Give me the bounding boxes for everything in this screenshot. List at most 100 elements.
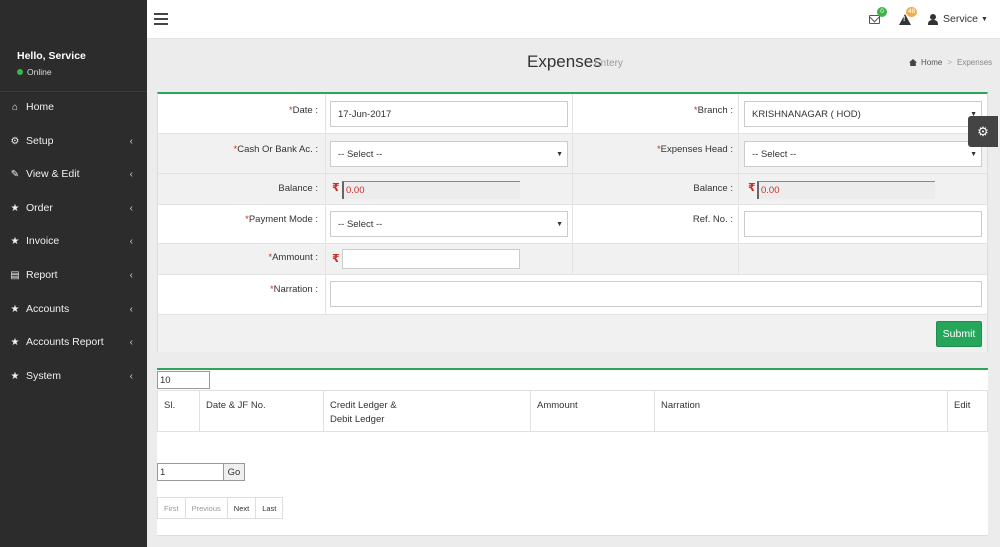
- chevron-left-icon: ‹: [129, 235, 133, 247]
- form-row: *Ammount : ₹: [158, 244, 987, 275]
- chevron-left-icon: ‹: [129, 370, 133, 382]
- column-edit: Edit: [954, 400, 971, 411]
- pager-first[interactable]: First: [158, 498, 186, 518]
- pager-last[interactable]: Last: [256, 498, 282, 518]
- form-row: *Narration :: [158, 275, 987, 315]
- expense-form: *Date : 17-Jun-2017 *Branch : KRISHNANAG…: [157, 92, 988, 352]
- user-icon: [928, 13, 938, 25]
- cash-bank-label: *Cash Or Bank Ac. :: [233, 144, 319, 155]
- submit-button[interactable]: Submit: [936, 321, 982, 347]
- amount-input[interactable]: [342, 249, 520, 269]
- column-sl: Sl.: [158, 391, 200, 431]
- star-icon: ★: [10, 336, 20, 348]
- sidebar-item-label: Home: [26, 101, 55, 113]
- column-date-jf: Date & JF No.: [200, 391, 324, 431]
- user-status-label: Online: [27, 67, 52, 77]
- narration-label: *Narration :: [269, 284, 318, 295]
- go-button[interactable]: Go: [223, 463, 245, 481]
- expenses-table-panel: 10 Sl. Date & JF No. Credit Ledger & Debi…: [157, 368, 988, 536]
- user-greeting: Hello, Service: [17, 50, 86, 62]
- balance-value: 0.00: [757, 181, 935, 199]
- chevron-left-icon: ‹: [129, 303, 133, 315]
- amount-label: *Ammount :: [268, 252, 318, 263]
- chevron-left-icon: ‹: [129, 202, 133, 214]
- ref-no-label: Ref. No. :: [692, 214, 733, 225]
- column-amount: Ammount: [531, 391, 655, 431]
- mail-count-badge: 0: [877, 7, 887, 17]
- breadcrumb-separator: >: [947, 58, 953, 67]
- breadcrumb-current: Expenses: [957, 58, 993, 67]
- sidebar-item-accounts-report[interactable]: ★ Accounts Report ‹: [0, 327, 147, 357]
- pager-next[interactable]: Next: [228, 498, 257, 518]
- chevron-left-icon: ‹: [129, 135, 133, 147]
- star-icon: ★: [10, 303, 20, 315]
- sidebar-item-label: Order: [26, 202, 53, 214]
- sidebar-item-label: Accounts Report: [26, 336, 104, 348]
- sidebar-item-setup[interactable]: ⚙ Setup ‹: [0, 126, 147, 156]
- narration-input[interactable]: [330, 281, 982, 307]
- edit-icon: ✎: [10, 168, 20, 180]
- file-icon: ▤: [10, 269, 20, 281]
- sidebar-item-system[interactable]: ★ System ‹: [0, 361, 147, 391]
- page-number-input[interactable]: 1: [157, 463, 224, 481]
- chevron-left-icon: ‹: [129, 168, 133, 180]
- sidebar-item-label: Report: [26, 269, 58, 281]
- chevron-left-icon: ‹: [129, 269, 133, 281]
- menu-toggle-icon[interactable]: [154, 13, 168, 25]
- select-arrow-icon: ▼: [970, 150, 977, 158]
- sidebar-item-view-edit[interactable]: ✎ View & Edit ‹: [0, 159, 147, 189]
- column-narration: Narration: [655, 391, 948, 431]
- rupee-icon: ₹: [332, 182, 340, 194]
- top-bar: 0 48 Service ▼: [147, 0, 1000, 39]
- sidebar-item-report[interactable]: ▤ Report ‹: [0, 260, 147, 290]
- sidebar-item-label: Setup: [26, 135, 54, 147]
- caret-down-icon: ▼: [981, 15, 988, 23]
- column-ledger: Credit Ledger & Debit Ledger: [324, 391, 531, 431]
- alert-count-badge: 48: [906, 7, 918, 17]
- payment-mode-select[interactable]: -- Select -- ▼: [330, 211, 568, 237]
- online-dot-icon: [17, 69, 23, 75]
- cash-bank-select[interactable]: -- Select -- ▼: [330, 141, 568, 167]
- settings-gear-icon[interactable]: ⚙: [968, 116, 998, 147]
- pagination: First Previous Next Last: [157, 497, 284, 519]
- sidebar-item-home[interactable]: ⌂ Home: [0, 92, 147, 122]
- mail-icon[interactable]: [869, 15, 880, 24]
- table-header: Sl. Date & JF No. Credit Ledger & Debit L…: [157, 390, 988, 432]
- date-field[interactable]: 17-Jun-2017: [330, 101, 568, 127]
- form-row: *Cash Or Bank Ac. : -- Select -- ▼ *Expen…: [158, 134, 987, 174]
- form-row: *Date : 17-Jun-2017 *Branch : KRISHNANAG…: [158, 94, 987, 134]
- breadcrumb: Home > Expenses: [909, 58, 992, 67]
- breadcrumb-home[interactable]: Home: [921, 58, 942, 67]
- balance-value: 0.00: [342, 181, 520, 199]
- ref-no-input[interactable]: [744, 211, 982, 237]
- star-icon: ★: [10, 235, 20, 247]
- page-size-input[interactable]: 10: [157, 371, 210, 389]
- user-name: Service: [943, 13, 979, 25]
- branch-select[interactable]: KRISHNANAGAR ( HOD) ▼: [744, 101, 982, 127]
- pager-previous[interactable]: Previous: [186, 498, 228, 518]
- sidebar-item-invoice[interactable]: ★ Invoice ‹: [0, 226, 147, 256]
- user-status: Online: [17, 67, 147, 77]
- user-menu[interactable]: Service ▼: [928, 13, 988, 25]
- expenses-head-label: *Expenses Head :: [656, 144, 733, 155]
- sidebar-item-label: View & Edit: [26, 168, 80, 180]
- star-icon: ★: [10, 370, 20, 382]
- user-panel: Hello, Service Online: [0, 0, 147, 92]
- sidebar-item-label: System: [26, 370, 62, 382]
- balance-label: Balance :: [278, 183, 318, 194]
- balance-label: Balance :: [693, 183, 733, 194]
- chevron-left-icon: ‹: [129, 336, 133, 348]
- sidebar-item-order[interactable]: ★ Order ‹: [0, 193, 147, 223]
- star-icon: ★: [10, 202, 20, 214]
- payment-mode-label: *Payment Mode :: [245, 214, 318, 225]
- sidebar-item-label: Accounts: [26, 303, 70, 315]
- expenses-head-select[interactable]: -- Select -- ▼: [744, 141, 982, 167]
- sidebar-item-label: Invoice: [26, 235, 60, 247]
- page-title: Expenses: [527, 52, 602, 71]
- form-actions: [158, 315, 987, 352]
- home-icon: ⌂: [11, 101, 19, 113]
- select-arrow-icon: ▼: [556, 150, 563, 158]
- rupee-icon: ₹: [332, 253, 340, 265]
- sidebar-item-accounts[interactable]: ★ Accounts ‹: [0, 294, 147, 324]
- sidebar: Hello, Service Online ⌂ Home ⚙ Setup ‹ ✎…: [0, 0, 147, 547]
